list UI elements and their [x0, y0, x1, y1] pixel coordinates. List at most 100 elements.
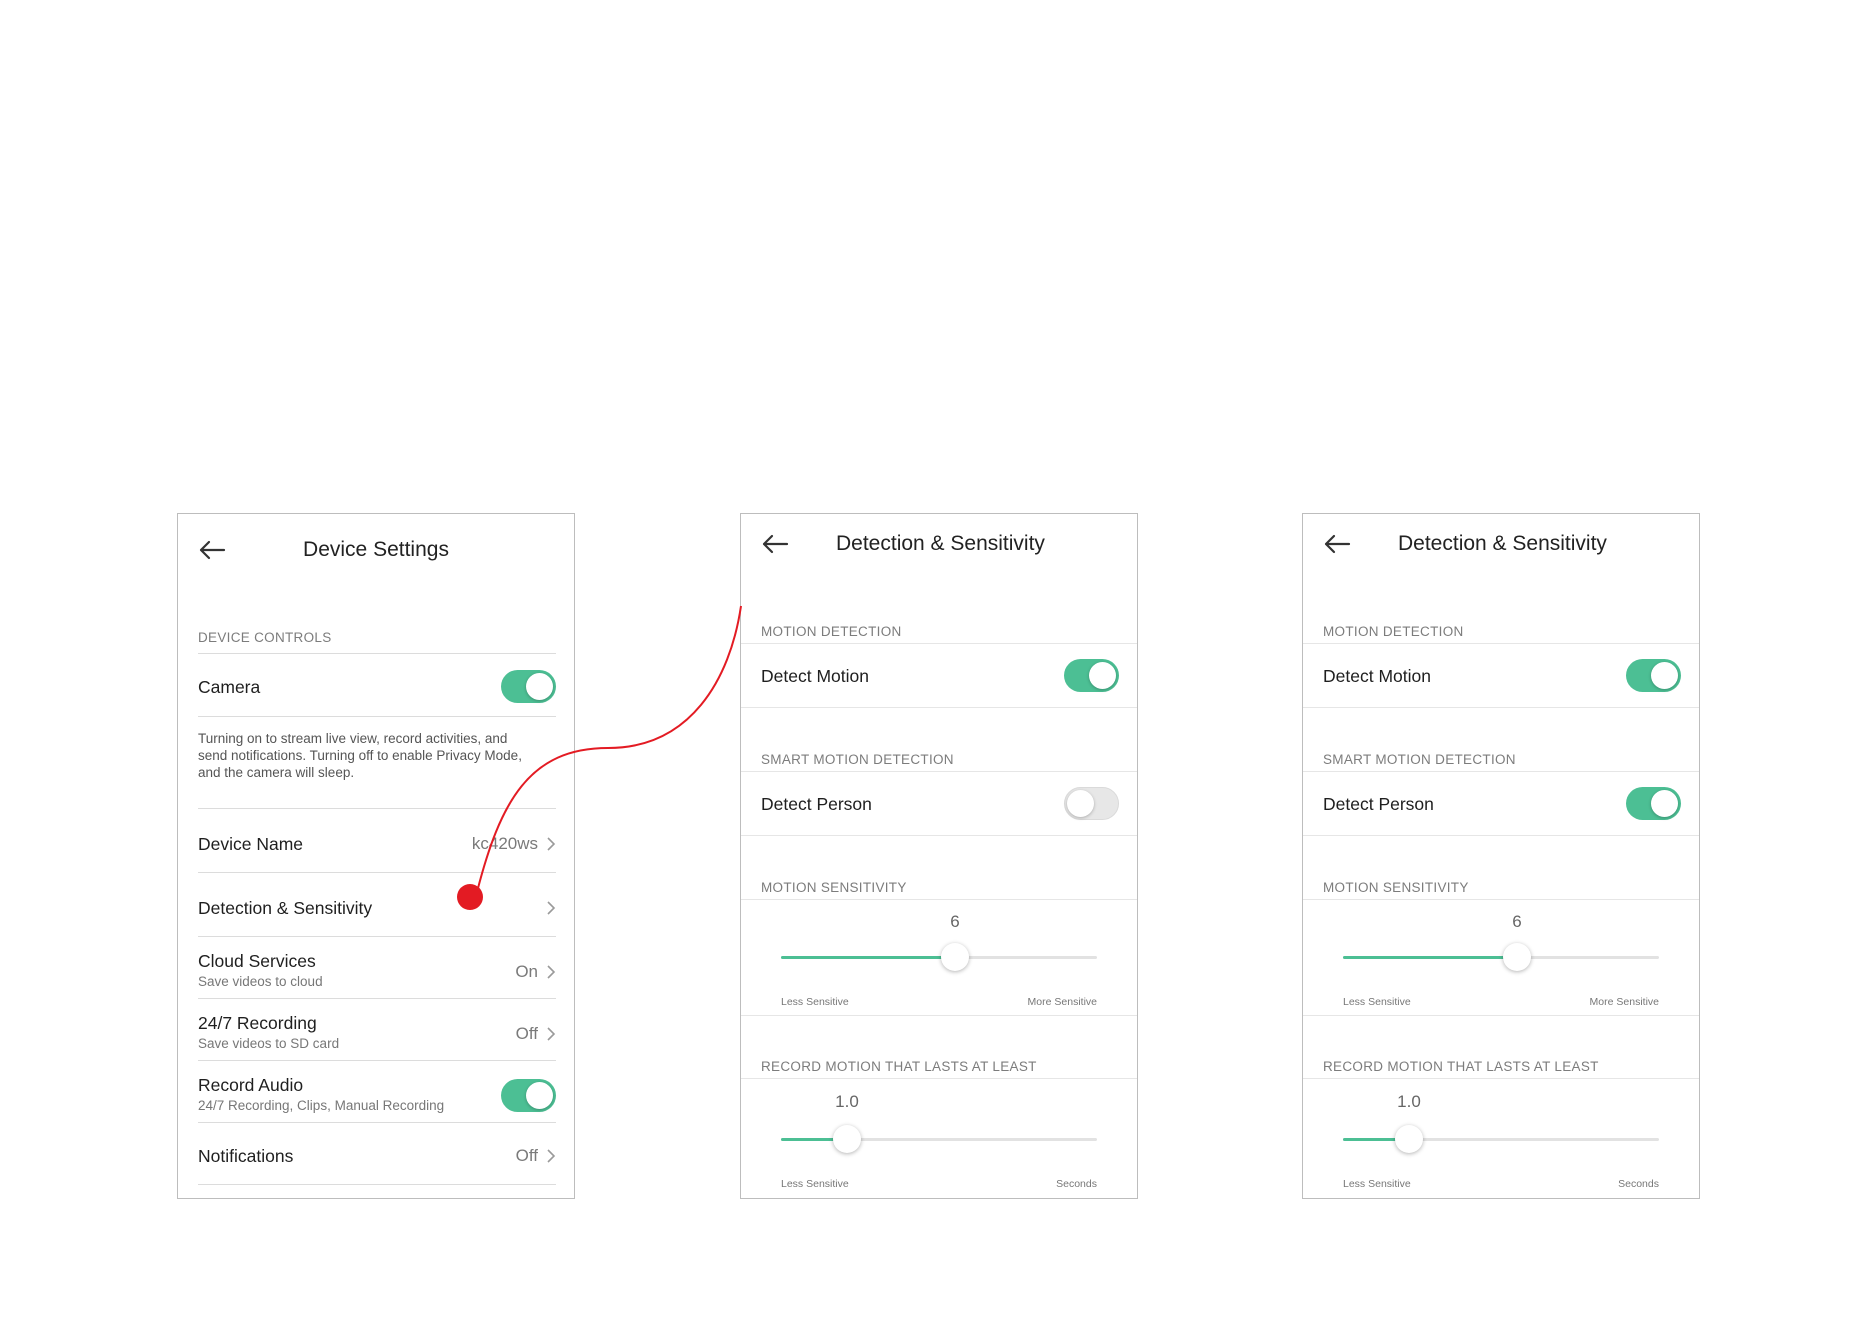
detect-motion-toggle[interactable] [1064, 659, 1119, 692]
toggle-knob [1651, 790, 1678, 817]
cloud-services-value: On [515, 962, 538, 981]
toggle-knob [526, 1082, 553, 1109]
divider [741, 643, 1137, 644]
section-header-motion-detection: MOTION DETECTION [1323, 624, 1464, 639]
divider [198, 998, 556, 999]
detect-motion-label: Detect Motion [1323, 666, 1431, 686]
device-settings-screen: Device Settings DEVICE CONTROLS Camera T… [177, 513, 575, 1199]
slider-min-label: Less Sensitive [1343, 1178, 1411, 1190]
recording-row[interactable]: 24/7 Recording Save videos to SD card Of… [198, 1010, 556, 1056]
recording-value: Off [515, 1024, 538, 1043]
slider-thumb[interactable] [1395, 1125, 1423, 1153]
divider [741, 899, 1137, 900]
slider-max-label: Seconds [1056, 1178, 1097, 1190]
page-title: Detection & Sensitivity [836, 532, 1045, 555]
detection-sensitivity-label: Detection & Sensitivity [198, 898, 373, 918]
divider [1303, 643, 1699, 644]
cloud-services-label: Cloud Services [198, 951, 316, 971]
recording-subtitle: Save videos to SD card [198, 1036, 340, 1051]
section-header-motion-sensitivity: MOTION SENSITIVITY [1323, 880, 1469, 895]
chevron-right-icon [546, 837, 556, 851]
page-title: Device Settings [303, 538, 449, 561]
cloud-services-row[interactable]: Cloud Services Save videos to cloud On [198, 948, 556, 994]
sensitivity-value: 6 [1512, 912, 1522, 931]
page-title: Detection & Sensitivity [1398, 532, 1607, 555]
notifications-label: Notifications [198, 1146, 294, 1166]
divider [198, 808, 556, 809]
detection-sensitivity-row[interactable]: Detection & Sensitivity [198, 888, 556, 928]
divider [198, 653, 556, 654]
slider-thumb[interactable] [1503, 943, 1531, 971]
detection-sensitivity-screen: Detection & Sensitivity MOTION DETECTION… [1302, 513, 1700, 1199]
detection-sensitivity-screen: Detection & Sensitivity MOTION DETECTION… [740, 513, 1138, 1199]
detect-person-row[interactable]: Detect Person [1323, 784, 1681, 824]
divider [1303, 707, 1699, 708]
notifications-value: Off [515, 1146, 538, 1165]
record-audio-row[interactable]: Record Audio 24/7 Recording, Clips, Manu… [198, 1072, 556, 1118]
slider-min-label: Less Sensitive [781, 1178, 849, 1190]
section-header-smart-motion: SMART MOTION DETECTION [761, 752, 954, 767]
slider-fill [781, 956, 955, 959]
slider-thumb[interactable] [833, 1125, 861, 1153]
divider [198, 936, 556, 937]
toggle-knob [1089, 662, 1116, 689]
sensitivity-slider[interactable] [781, 937, 1097, 977]
divider [198, 716, 556, 717]
divider [741, 1078, 1137, 1079]
recording-label: 24/7 Recording [198, 1013, 317, 1033]
device-name-label: Device Name [198, 834, 304, 854]
sensitivity-slider[interactable] [1343, 937, 1659, 977]
camera-label: Camera [198, 677, 261, 697]
device-name-value: kc420ws [471, 834, 538, 853]
detect-person-toggle[interactable] [1064, 787, 1119, 820]
detect-person-label: Detect Person [761, 794, 872, 814]
record-audio-toggle[interactable] [501, 1079, 556, 1112]
section-header-motion-sensitivity: MOTION SENSITIVITY [761, 880, 907, 895]
duration-slider[interactable] [781, 1119, 1097, 1159]
record-audio-subtitle: 24/7 Recording, Clips, Manual Recording [198, 1098, 445, 1113]
slider-max-label: Seconds [1618, 1178, 1659, 1190]
back-arrow-icon[interactable] [1323, 534, 1351, 554]
header: Device Settings [178, 514, 574, 584]
record-audio-label: Record Audio [198, 1075, 304, 1095]
section-header-record-duration: RECORD MOTION THAT LASTS AT LEAST [761, 1059, 1037, 1074]
divider [198, 1060, 556, 1061]
section-header-device-controls: DEVICE CONTROLS [198, 630, 332, 645]
detect-motion-row[interactable]: Detect Motion [761, 656, 1119, 696]
detect-motion-row[interactable]: Detect Motion [1323, 656, 1681, 696]
divider [741, 835, 1137, 836]
detect-motion-toggle[interactable] [1626, 659, 1681, 692]
divider [1303, 771, 1699, 772]
chevron-right-icon [546, 1149, 556, 1163]
divider [741, 707, 1137, 708]
divider [198, 1184, 556, 1185]
camera-description: Turning on to stream live view, record a… [198, 731, 522, 780]
header: Detection & Sensitivity [1303, 514, 1699, 584]
chevron-right-icon [546, 1027, 556, 1041]
camera-row[interactable]: Camera [198, 667, 556, 707]
divider [1303, 899, 1699, 900]
toggle-knob [1067, 790, 1094, 817]
cloud-services-subtitle: Save videos to cloud [198, 974, 323, 989]
divider [1303, 1078, 1699, 1079]
camera-toggle[interactable] [501, 670, 556, 703]
slider-min-label: Less Sensitive [1343, 996, 1411, 1008]
detect-motion-label: Detect Motion [761, 666, 869, 686]
section-header-motion-detection: MOTION DETECTION [761, 624, 902, 639]
divider [1303, 835, 1699, 836]
section-header-smart-motion: SMART MOTION DETECTION [1323, 752, 1516, 767]
section-header-record-duration: RECORD MOTION THAT LASTS AT LEAST [1323, 1059, 1599, 1074]
detect-person-label: Detect Person [1323, 794, 1434, 814]
duration-slider[interactable] [1343, 1119, 1659, 1159]
divider [198, 1122, 556, 1123]
back-arrow-icon[interactable] [761, 534, 789, 554]
header: Detection & Sensitivity [741, 514, 1137, 584]
device-name-row[interactable]: Device Name kc420ws [198, 824, 556, 864]
detect-person-toggle[interactable] [1626, 787, 1681, 820]
notifications-row[interactable]: Notifications Off [198, 1136, 556, 1176]
slider-thumb[interactable] [941, 943, 969, 971]
duration-value: 1.0 [1397, 1092, 1421, 1111]
duration-value: 1.0 [835, 1092, 859, 1111]
detect-person-row[interactable]: Detect Person [761, 784, 1119, 824]
slider-max-label: More Sensitive [1027, 996, 1097, 1008]
